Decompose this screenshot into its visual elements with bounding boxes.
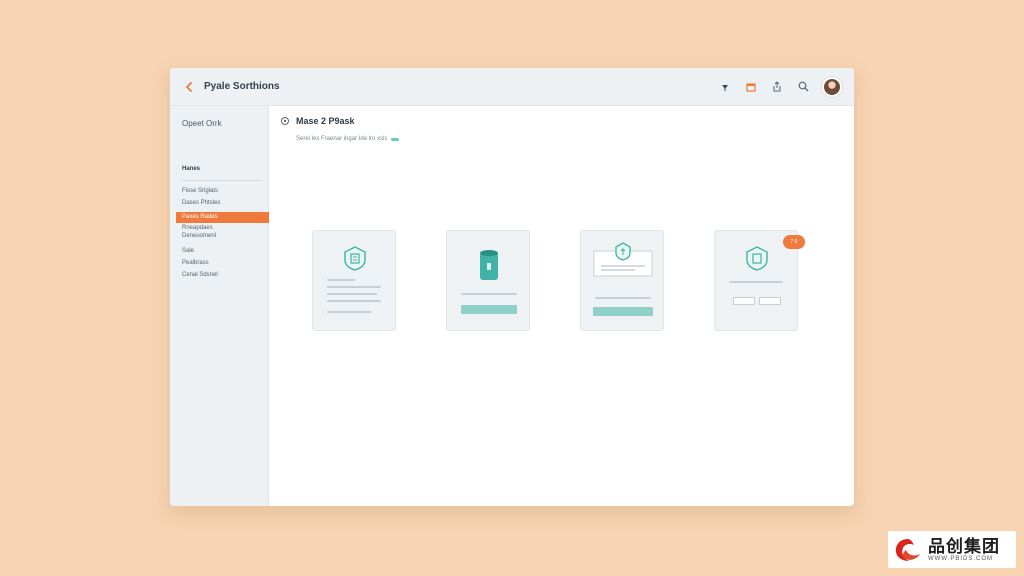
brand-url: WWW.PBIDS.COM	[928, 556, 993, 562]
sidebar-divider	[182, 180, 262, 181]
search-button[interactable]	[796, 80, 810, 94]
sidebar-item-active[interactable]: Paxes Rades	[176, 212, 269, 223]
text-line	[327, 300, 381, 302]
brand-name: 品创集团	[928, 537, 1000, 556]
page-subtitle: Serel les Fraenar ingar Ide lro xsls	[296, 136, 400, 142]
calendar-button[interactable]	[744, 80, 758, 94]
form-field[interactable]	[733, 297, 755, 305]
main-header: Mase 2 P9ask	[280, 116, 355, 126]
template-card-3[interactable]	[580, 230, 664, 331]
template-card-4[interactable]: 7 0	[714, 230, 805, 331]
brand-text: 品创集团 WWW.PBIDS.COM	[928, 537, 1000, 562]
settings-icon[interactable]	[280, 116, 290, 126]
calendar-icon	[746, 82, 756, 92]
sidebar-item-5[interactable]: Sale	[182, 248, 194, 254]
pin-icon	[722, 84, 728, 91]
sidebar-item-1[interactable]: Fisse Sriglats	[182, 188, 218, 194]
title-bar: Pyale Sorthions	[170, 68, 854, 106]
shield-form-icon	[746, 246, 768, 271]
sidebar-top-label[interactable]: Opeet Orrk	[182, 119, 222, 128]
shield-document-icon	[344, 246, 366, 271]
upload-form-icon	[593, 242, 653, 277]
teal-cylinder-icon	[480, 250, 498, 280]
form-field[interactable]	[759, 297, 781, 305]
template-card-2[interactable]	[446, 230, 530, 331]
template-card-1[interactable]	[312, 230, 396, 331]
card-action-button[interactable]	[461, 305, 517, 314]
app-title: Pyale Sorthions	[204, 81, 280, 92]
brand-logo-icon	[895, 538, 920, 561]
sidebar-item-7[interactable]: Cenal Sdsnel	[182, 272, 218, 278]
sidebar: Opeet Orrk Hanes Fisse Sriglats Dases Ph…	[170, 106, 269, 506]
search-icon	[798, 81, 808, 92]
status-badge	[391, 137, 400, 141]
sidebar-item-sublabel: Deneuomenl	[182, 233, 217, 239]
sidebar-item-2[interactable]: Dases Phtsles	[182, 200, 220, 206]
text-line	[327, 279, 355, 281]
share-icon	[773, 81, 781, 92]
sidebar-heading: Hanes	[182, 166, 201, 172]
pin-button[interactable]	[718, 80, 732, 94]
main-content: Mase 2 P9ask Serel les Fraenar ingar Ide…	[270, 106, 854, 506]
sidebar-item-4[interactable]: Rneapdaes Deneuomenl	[182, 225, 216, 239]
app-window: Pyale Sorthions Opeet Orrk Hanes Fisse S…	[170, 68, 854, 506]
text-line	[461, 293, 517, 295]
share-button[interactable]	[770, 80, 784, 94]
text-line	[729, 281, 783, 283]
page-title: Mase 2 P9ask	[296, 116, 355, 126]
text-line	[595, 297, 651, 299]
text-line	[327, 286, 381, 288]
sidebar-item-6[interactable]: Pealbrass	[182, 260, 209, 266]
sidebar-item-label: Rneapdaes	[182, 225, 213, 231]
chevron-left-icon	[186, 81, 192, 92]
text-line	[327, 311, 371, 313]
subtitle-text: Serel les Fraenar ingar Ide lro xsls	[296, 136, 388, 142]
toolbar-icons	[718, 76, 842, 97]
card-action-button[interactable]	[593, 307, 653, 316]
brand-watermark: 品创集团 WWW.PBIDS.COM	[888, 531, 1016, 568]
back-button[interactable]	[182, 80, 196, 94]
user-avatar[interactable]	[822, 76, 842, 97]
text-line	[327, 293, 377, 295]
card-badge: 7 0	[783, 235, 805, 249]
